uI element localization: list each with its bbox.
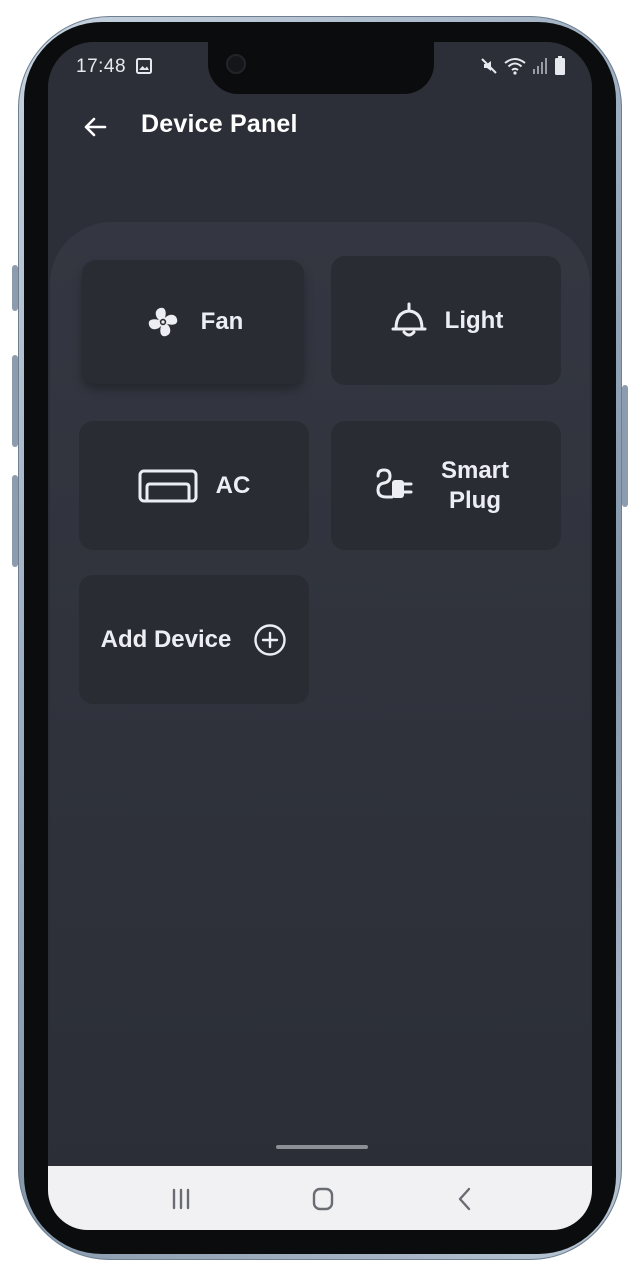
fan-icon bbox=[143, 302, 183, 342]
lamp-icon bbox=[389, 301, 429, 341]
gesture-handle[interactable] bbox=[276, 1145, 368, 1149]
device-label: Fan bbox=[200, 308, 244, 335]
device-tile-ac[interactable]: AC bbox=[79, 421, 309, 550]
power-button bbox=[622, 385, 628, 507]
device-tile-light[interactable]: Light bbox=[331, 256, 561, 385]
add-device-button[interactable]: Add Device bbox=[79, 575, 309, 704]
device-label: AC bbox=[215, 471, 251, 499]
volume-down-button bbox=[12, 475, 18, 567]
mute-icon bbox=[481, 58, 497, 74]
navigation-bar bbox=[48, 1166, 592, 1230]
page-title: Device Panel bbox=[141, 110, 298, 138]
recent-apps-icon[interactable] bbox=[166, 1186, 196, 1212]
add-device-label: Add Device bbox=[100, 625, 232, 653]
front-camera bbox=[226, 54, 246, 74]
device-tile-fan[interactable]: Fan bbox=[82, 260, 304, 384]
plus-circle-icon bbox=[253, 623, 287, 657]
screen: 17:48 Device Panel Fan Light AC Smart Pl… bbox=[48, 42, 592, 1230]
side-button bbox=[12, 265, 18, 311]
volume-up-button bbox=[12, 355, 18, 447]
arrow-left-icon[interactable] bbox=[80, 112, 110, 142]
device-tile-smart-plug[interactable]: Smart Plug bbox=[331, 421, 561, 550]
status-icons bbox=[480, 56, 566, 76]
signal-icon bbox=[533, 58, 547, 74]
battery-icon bbox=[555, 56, 565, 75]
air-conditioner-icon bbox=[138, 468, 198, 504]
image-icon bbox=[136, 58, 152, 74]
wifi-icon bbox=[504, 58, 526, 75]
device-label: Light bbox=[444, 306, 504, 334]
device-label: Smart Plug bbox=[440, 456, 510, 514]
status-time: 17:48 bbox=[76, 56, 127, 77]
plug-icon bbox=[372, 466, 416, 506]
back-icon[interactable] bbox=[450, 1186, 480, 1212]
home-icon[interactable] bbox=[308, 1186, 338, 1212]
